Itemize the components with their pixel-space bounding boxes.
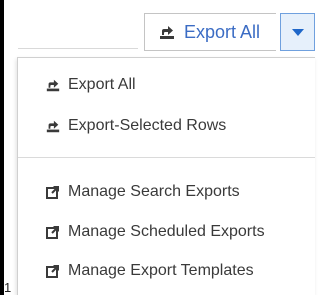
menu-item-export-selected-rows[interactable]: Export-Selected Rows [45, 113, 226, 139]
export-icon [45, 119, 61, 134]
menu-item-label: Export-Selected Rows [68, 117, 227, 134]
menu-item-manage-scheduled-exports[interactable]: Manage Scheduled Exports [45, 219, 265, 245]
background-text: 1 [4, 280, 12, 295]
menu-item-label: Manage Export Templates [68, 262, 254, 279]
export-icon [45, 78, 61, 93]
export-menu-toggle[interactable] [280, 13, 315, 51]
menu-item-export-all[interactable]: Export All [45, 72, 136, 98]
external-link-icon [45, 263, 61, 279]
external-link-icon [45, 224, 61, 240]
menu-item-label: Manage Search Exports [68, 183, 240, 200]
menu-item-manage-search-exports[interactable]: Manage Search Exports [45, 179, 240, 205]
menu-item-label: Manage Scheduled Exports [68, 223, 265, 240]
export-icon [158, 24, 176, 41]
export-dropdown-menu: Export All Export-Selected Rows Manage S… [17, 57, 315, 295]
export-all-button[interactable]: Export All [144, 13, 276, 51]
menu-item-manage-export-templates[interactable]: Manage Export Templates [45, 258, 254, 284]
menu-divider [18, 157, 315, 158]
external-link-icon [45, 184, 61, 200]
toolbar-underline [18, 48, 138, 49]
menu-item-label: Export All [68, 76, 136, 93]
export-all-label: Export All [184, 21, 261, 42]
caret-down-icon [291, 28, 304, 36]
